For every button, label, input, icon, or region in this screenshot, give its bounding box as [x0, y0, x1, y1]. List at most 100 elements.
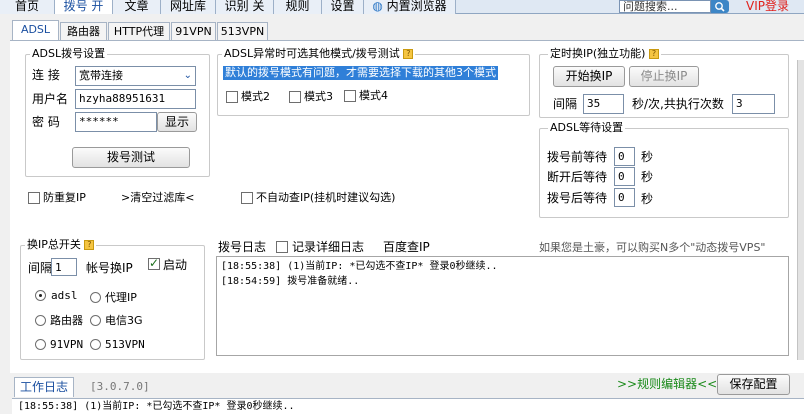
wait-after-unit: 秒	[641, 192, 654, 206]
wait-before-label: 拨号前等待	[547, 150, 608, 164]
help-icon[interactable]: ?	[403, 49, 414, 59]
mode3-label: 模式3	[304, 90, 333, 103]
connect-value: 宽带连接	[79, 69, 123, 82]
baidu-ip-label[interactable]: 百度查IP	[383, 240, 430, 254]
adsl-abnormal-title-wrap: ADSL异常时可选其他模式/拨号测试 ?	[222, 47, 416, 61]
connect-select[interactable]: 宽带连接 ⌄	[75, 66, 196, 86]
password-input[interactable]: ******	[75, 112, 157, 132]
rule-editor-link[interactable]: >>规则编辑器<<	[617, 377, 717, 391]
radio-router[interactable]	[35, 315, 46, 326]
mode3-checkbox[interactable]	[289, 91, 301, 103]
scrollbar[interactable]	[797, 60, 804, 360]
wait-after-input[interactable]: 0	[614, 188, 635, 207]
password-label: 密 码	[32, 115, 60, 129]
radio-telecom-3g-label: 电信3G	[105, 314, 143, 327]
help-icon[interactable]: ?	[648, 49, 659, 59]
adsl-dial-title: ADSL拨号设置	[30, 47, 108, 61]
wait-disconnect-label: 断开后等待	[547, 170, 608, 184]
subtab-http-proxy[interactable]: HTTP代理	[108, 22, 170, 40]
tab-articles[interactable]: 文章	[113, 0, 161, 14]
radio-router-label: 路由器	[50, 314, 83, 327]
timer-title-wrap: 定时换IP(独立功能) ?	[548, 47, 661, 61]
tab-settings[interactable]: 设置	[322, 0, 364, 14]
radio-proxy-ip-label: 代理IP	[105, 291, 137, 304]
switch-title: 换IP总开关	[27, 238, 81, 251]
tab-browser[interactable]: ◍ 内置浏览器	[364, 0, 456, 14]
clear-filter-link[interactable]: >清空过滤库<	[121, 191, 194, 205]
chevron-down-icon: ⌄	[183, 70, 192, 81]
wait-after-label: 拨号后等待	[547, 191, 608, 205]
radio-91vpn-label: 91VPN	[50, 338, 84, 351]
wait-disconnect-unit: 秒	[641, 170, 654, 184]
help-icon[interactable]: ?	[84, 240, 95, 250]
dup-ip-checkbox[interactable]	[28, 192, 40, 204]
switch-enable-label: 启动	[163, 258, 188, 272]
show-password-button[interactable]: 显示	[157, 112, 197, 132]
radio-adsl-label: adsl	[51, 289, 78, 302]
switch-enable-checkbox[interactable]	[148, 256, 160, 270]
globe-icon: ◍	[372, 0, 383, 13]
tab-dial[interactable]: 拨号 开	[55, 0, 113, 14]
connect-label: 连 接	[32, 68, 60, 82]
no-auto-check-checkbox[interactable]	[241, 192, 253, 204]
vip-login-link[interactable]: VIP登录	[746, 0, 789, 13]
promo-text: 如果您是土豪，可以购买N多个"动态拨号VPS"	[539, 241, 766, 254]
tab-url-library[interactable]: 网址库	[161, 0, 216, 14]
dial-test-button[interactable]: 拨号测试	[72, 147, 190, 168]
radio-telecom-3g[interactable]	[90, 315, 101, 326]
wait-disconnect-input[interactable]: 0	[614, 167, 635, 186]
search-icon	[715, 2, 725, 12]
switch-title-wrap: 换IP总开关 ?	[25, 238, 97, 252]
mode2-checkbox[interactable]	[226, 91, 238, 103]
tab-browser-label: 内置浏览器	[386, 0, 447, 13]
stop-switch-ip-button[interactable]: 停止换IP	[629, 66, 699, 87]
work-log-line: [18:55:38] (1)当前IP: *已勾选不查IP* 登录0秒继续..	[12, 398, 804, 414]
tab-recognize[interactable]: 识别 关	[216, 0, 274, 14]
subtab-91vpn[interactable]: 91VPN	[171, 22, 216, 40]
timer-count-input[interactable]: 3	[732, 94, 775, 114]
radio-513vpn-label: 513VPN	[105, 338, 145, 351]
save-config-button[interactable]: 保存配置	[717, 374, 790, 395]
switch-interval-label: 间隔	[28, 261, 53, 275]
version-label: [3.0.7.0]	[90, 380, 150, 393]
timer-unit-label: 秒/次,共执行次数	[632, 97, 724, 111]
wait-title: ADSL等待设置	[548, 121, 626, 135]
detail-log-label: 记录详细日志	[292, 240, 365, 254]
username-label: 用户名	[32, 92, 69, 106]
search-input[interactable]: 问题搜索...	[619, 0, 711, 13]
subtab-513vpn[interactable]: 513VPN	[217, 22, 268, 40]
wait-before-input[interactable]: 0	[614, 147, 635, 166]
log-line: [18:54:59] 拨号准备就绪..	[221, 276, 360, 287]
timer-interval-input[interactable]: 35	[583, 94, 624, 114]
tab-rules[interactable]: 规则	[274, 0, 322, 14]
dial-log-box[interactable]: [18:55:38] (1)当前IP: *已勾选不查IP* 登录0秒继续.. […	[216, 256, 789, 356]
radio-adsl[interactable]	[35, 290, 46, 301]
radio-proxy-ip[interactable]	[90, 292, 101, 303]
radio-513vpn[interactable]	[90, 339, 101, 350]
search-button[interactable]	[711, 0, 729, 13]
dial-log-title: 拨号日志	[218, 240, 267, 254]
mode2-label: 模式2	[241, 90, 270, 103]
timer-interval-label: 间隔	[553, 97, 578, 111]
log-line: [18:55:38] (1)当前IP: *已勾选不查IP* 登录0秒继续..	[221, 261, 498, 272]
mode-notice: 默认的拨号模式有问题，才需要选择下载的其他3个模式	[223, 66, 498, 80]
no-auto-check-label: 不自动查IP(挂机时建议勾选)	[256, 191, 396, 204]
adsl-abnormal-group: ADSL异常时可选其他模式/拨号测试 ?	[217, 47, 530, 116]
top-tab-bar: 首页 拨号 开 文章 网址库 识别 关 规则 设置 ◍ 内置浏览器 问题搜索..…	[0, 0, 804, 14]
subtab-adsl[interactable]: ADSL	[12, 20, 59, 41]
tab-home[interactable]: 首页	[0, 0, 55, 14]
mode4-label: 模式4	[359, 89, 388, 102]
radio-91vpn[interactable]	[35, 339, 46, 350]
dup-ip-label: 防重复IP	[43, 191, 86, 204]
account-switch-label: 帐号换IP	[86, 261, 133, 275]
switch-interval-input[interactable]: 1	[51, 258, 77, 276]
username-input[interactable]: hzyha88951631	[75, 89, 196, 109]
mode4-checkbox[interactable]	[344, 90, 356, 102]
subtab-router[interactable]: 路由器	[60, 22, 107, 40]
detail-log-checkbox[interactable]	[276, 241, 288, 253]
start-switch-ip-button[interactable]: 开始换IP	[553, 66, 625, 87]
wait-before-unit: 秒	[641, 150, 654, 164]
tab-work-log[interactable]: 工作日志	[14, 377, 75, 397]
timer-title: 定时换IP(独立功能)	[550, 47, 646, 60]
adsl-abnormal-title: ADSL异常时可选其他模式/拨号测试	[224, 47, 400, 60]
